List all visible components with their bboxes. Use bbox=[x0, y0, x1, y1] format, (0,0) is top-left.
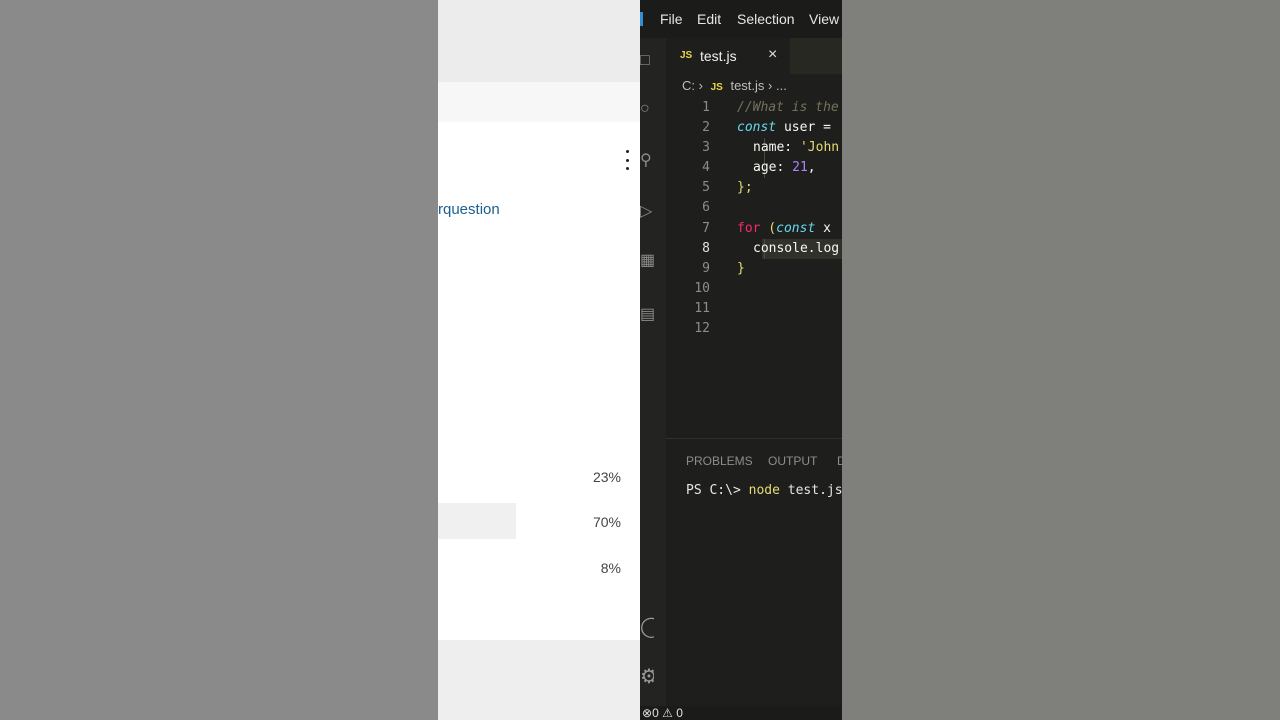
run-debug-icon[interactable]: ▷ bbox=[640, 203, 654, 221]
menu-selection[interactable]: Selection bbox=[737, 11, 795, 27]
poll-panel: rquestion 23% 70% 8% bbox=[438, 0, 640, 720]
code-line: 4 age: 21, bbox=[666, 158, 842, 179]
settings-gear-icon[interactable]: ⚙ bbox=[640, 666, 654, 688]
line-number: 2 bbox=[702, 120, 710, 136]
notebook-icon[interactable]: ▤ bbox=[640, 306, 654, 324]
line-number: 1 bbox=[702, 100, 710, 115]
menu-file[interactable]: File bbox=[660, 11, 683, 27]
tab-problems[interactable]: PROBLEMS bbox=[686, 454, 753, 468]
error-icon: ⊗ bbox=[642, 706, 653, 720]
chevron-right-icon: › bbox=[698, 78, 703, 93]
line-number: 4 bbox=[702, 160, 710, 176]
code-line: 11 bbox=[666, 299, 842, 319]
code-line: 12 bbox=[666, 319, 842, 339]
panel-divider[interactable] bbox=[666, 438, 842, 439]
javascript-file-icon: JS bbox=[680, 50, 693, 61]
code-text: } bbox=[737, 260, 745, 276]
tab-label: test.js bbox=[700, 48, 737, 64]
source-control-icon[interactable]: ⚲ bbox=[640, 152, 654, 170]
chevron-right-icon: › bbox=[768, 78, 773, 93]
code-editor[interactable]: 1 //What is the 2 const user = 3 name: 'Joh… bbox=[666, 98, 842, 339]
error-count: 0 bbox=[652, 706, 659, 720]
poll-option-percent-3: 8% bbox=[600, 560, 621, 576]
line-number: 6 bbox=[702, 200, 710, 216]
tab-test-js[interactable]: JS test.js × bbox=[666, 38, 790, 74]
code-line: 6 bbox=[666, 198, 842, 218]
breadcrumb-file[interactable]: test.js bbox=[730, 78, 764, 93]
app-logo-icon bbox=[640, 12, 643, 26]
tab-debug-console[interactable]: D bbox=[837, 454, 842, 468]
poll-option-percent-2: 70% bbox=[592, 514, 621, 530]
account-icon[interactable]: ◯ bbox=[640, 616, 654, 638]
terminal-prompt[interactable]: PS C:\> node test.js bbox=[686, 483, 842, 498]
poll-question-link[interactable]: rquestion bbox=[438, 201, 500, 218]
menu-view[interactable]: View bbox=[809, 11, 839, 27]
poll-footer-area bbox=[438, 640, 640, 720]
problems-status[interactable]: ⊗0 ⚠ 0 bbox=[642, 706, 683, 720]
warning-icon: ⚠ bbox=[662, 706, 673, 720]
javascript-file-icon: JS bbox=[710, 82, 723, 93]
line-number: 8 bbox=[702, 240, 710, 256]
poll-option-bar-2[interactable] bbox=[438, 503, 516, 539]
code-text: for (const x bbox=[737, 220, 831, 236]
breadcrumb: C: › JS test.js › ... bbox=[682, 78, 787, 96]
line-number: 5 bbox=[702, 180, 710, 196]
breadcrumb-drive[interactable]: C: bbox=[682, 78, 695, 93]
code-line: 1 //What is the bbox=[666, 98, 842, 118]
code-text: }; bbox=[737, 180, 753, 196]
code-text: const user = bbox=[737, 120, 831, 136]
video-background-left bbox=[0, 0, 438, 720]
code-line-current: 8 console.log bbox=[666, 238, 842, 259]
search-icon[interactable]: ○ bbox=[640, 100, 654, 118]
code-text: console.log bbox=[753, 240, 840, 256]
code-text: //What is the bbox=[737, 100, 839, 115]
tab-output[interactable]: OUTPUT bbox=[768, 454, 817, 468]
menu-edit[interactable]: Edit bbox=[697, 11, 721, 27]
code-text: age: 21, bbox=[753, 160, 816, 176]
terminal-prompt-text: PS C:\> bbox=[686, 483, 749, 498]
explorer-icon[interactable]: □ bbox=[640, 52, 654, 70]
terminal-args: test.js bbox=[779, 483, 842, 498]
code-line: 5}; bbox=[666, 178, 842, 198]
code-line: 10 bbox=[666, 279, 842, 299]
more-options-icon[interactable] bbox=[622, 150, 632, 170]
poll-subheader-area bbox=[438, 82, 640, 122]
menu-bar: File Edit Selection View bbox=[640, 0, 842, 38]
code-line: 7 for (const x bbox=[666, 219, 842, 239]
close-tab-icon[interactable]: × bbox=[768, 46, 777, 64]
status-bar: ⊗0 ⚠ 0 bbox=[640, 706, 842, 720]
line-number: 10 bbox=[694, 280, 710, 296]
code-line: 2 const user = bbox=[666, 118, 842, 138]
vscode-window: File Edit Selection View □ ○ ⚲ ▷ ▦ ▤ ◯ ⚙… bbox=[640, 0, 842, 720]
line-number: 12 bbox=[694, 321, 710, 337]
poll-header-area bbox=[438, 0, 640, 82]
editor-tab-bar: JS test.js × bbox=[666, 38, 842, 74]
warning-count: 0 bbox=[676, 706, 683, 720]
line-number: 11 bbox=[694, 300, 710, 316]
poll-option-percent-1: 23% bbox=[592, 469, 621, 485]
line-number: 9 bbox=[702, 260, 710, 276]
video-background-right bbox=[842, 0, 1280, 720]
breadcrumb-ellipsis[interactable]: ... bbox=[776, 78, 787, 93]
terminal-command: node bbox=[748, 483, 780, 498]
code-text: name: 'John bbox=[753, 140, 840, 156]
line-number: 3 bbox=[702, 140, 710, 156]
line-number: 7 bbox=[702, 220, 710, 236]
code-line: 9} bbox=[666, 259, 842, 279]
extensions-icon[interactable]: ▦ bbox=[640, 252, 654, 270]
code-line: 3 name: 'John bbox=[666, 138, 842, 159]
activity-bar: □ ○ ⚲ ▷ ▦ ▤ bbox=[640, 38, 666, 706]
